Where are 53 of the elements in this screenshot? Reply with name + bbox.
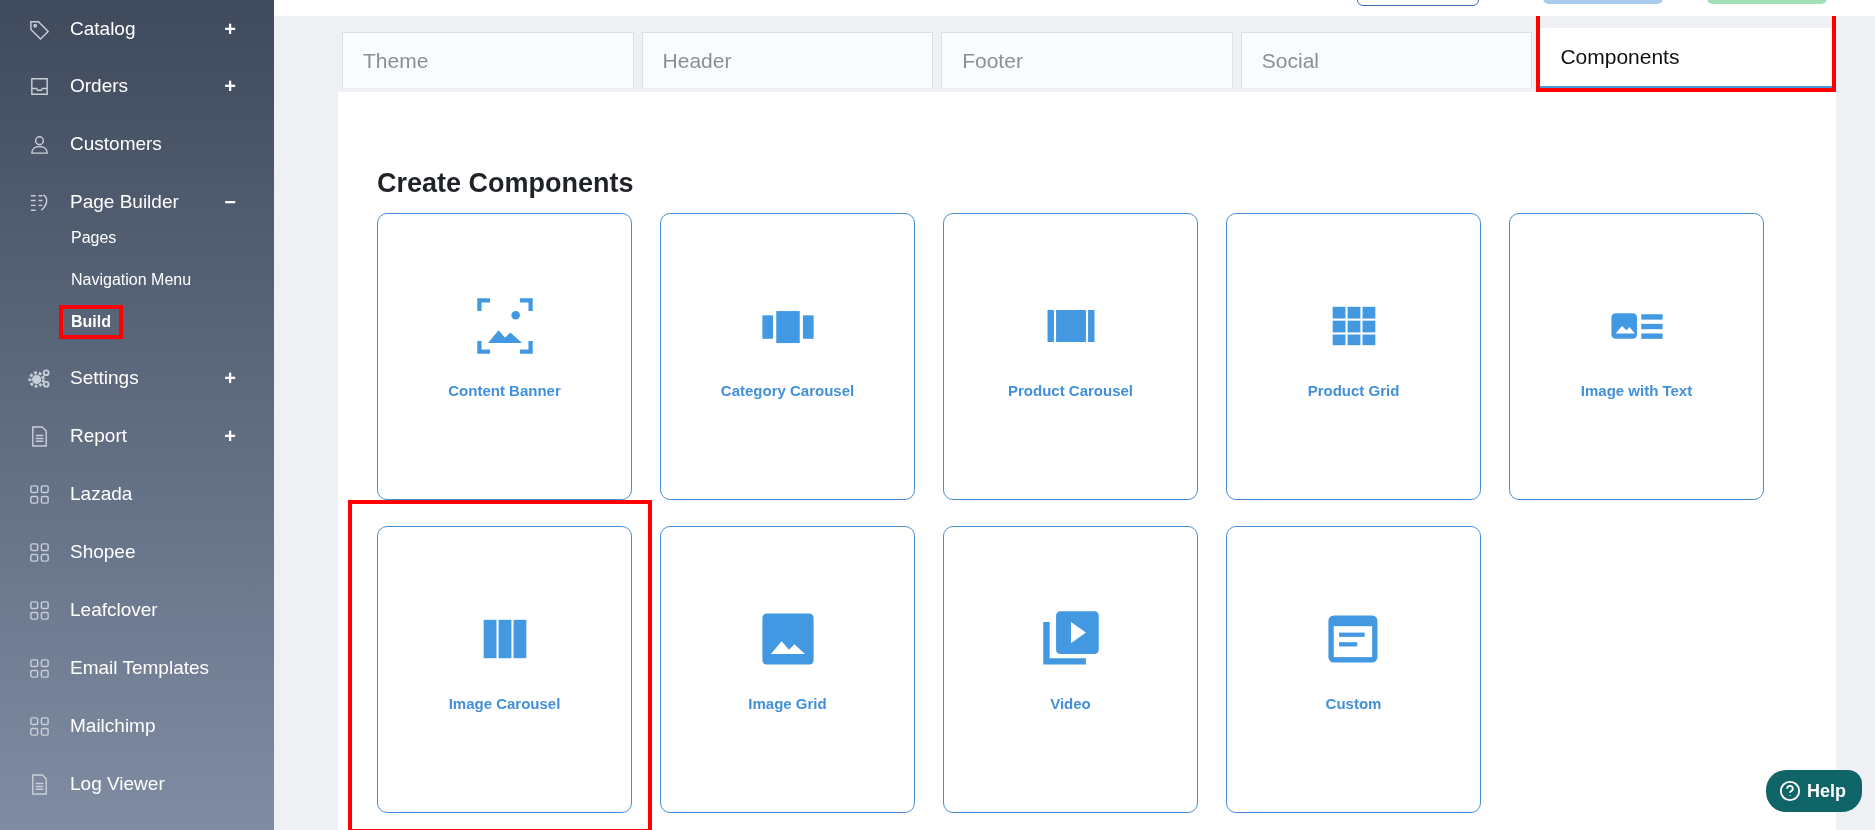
sidebar-item[interactable]: Report +: [0, 407, 274, 465]
section-title: Create Components: [377, 168, 635, 199]
component-card[interactable]: Content Banner: [377, 213, 632, 500]
component-card[interactable]: Custom: [1226, 526, 1481, 813]
sidebar-item[interactable]: Mailchimp: [0, 697, 274, 755]
component-card[interactable]: Image Carousel: [377, 526, 632, 813]
sidebar-item[interactable]: Leafclover: [0, 581, 274, 639]
tab[interactable]: Footer: [941, 32, 1233, 88]
help-button[interactable]: Help: [1766, 770, 1862, 812]
component-card[interactable]: Image Grid: [660, 526, 915, 813]
expand-toggle[interactable]: −: [224, 190, 236, 214]
component-card[interactable]: Product Carousel: [943, 213, 1198, 500]
component-card[interactable]: Video: [943, 526, 1198, 813]
question-icon: [1779, 780, 1801, 802]
expand-toggle[interactable]: +: [224, 366, 236, 390]
expand-toggle[interactable]: +: [224, 424, 236, 448]
sidebar-item[interactable]: Shopee: [0, 523, 274, 581]
sidebar-label: Report: [70, 425, 129, 447]
sidebar-item[interactable]: Customers: [0, 115, 274, 173]
tab[interactable]: Theme: [342, 32, 634, 88]
sidebar-item[interactable]: Lazada: [0, 465, 274, 523]
gears-icon: [28, 366, 51, 390]
grid-icon: [28, 656, 51, 680]
expand-toggle[interactable]: +: [224, 74, 236, 98]
sidebar-label: Shopee: [70, 541, 137, 563]
submenu-item[interactable]: Build: [0, 301, 274, 343]
sidebar-label: Customers: [70, 133, 163, 155]
sidebar-label: Orders: [70, 75, 130, 97]
sidebar-label: Page Builder: [70, 191, 180, 213]
sidebar-label: Lazada: [70, 483, 134, 505]
sidebar-label: Leafclover: [70, 599, 159, 621]
sidebar-item[interactable]: Catalog +: [0, 1, 274, 57]
tab[interactable]: Header: [641, 32, 934, 88]
sidebar-item[interactable]: Orders +: [0, 57, 274, 115]
component-card[interactable]: Category Carousel: [660, 213, 915, 500]
sidebar-item[interactable]: Settings +: [0, 349, 274, 407]
sidebar-item[interactable]: Email Templates: [0, 639, 274, 697]
tab[interactable]: Social: [1240, 32, 1533, 88]
component-card[interactable]: Image with Text: [1509, 213, 1764, 500]
grid-icon: [28, 598, 51, 622]
tab[interactable]: Components: [1540, 28, 1832, 88]
sidebar-label: Log Viewer: [70, 773, 166, 795]
sidebar-label: Email Templates: [70, 657, 211, 679]
submenu-item[interactable]: Navigation Menu: [0, 259, 274, 301]
grid-icon: [28, 540, 51, 564]
sidebar-label: Settings: [70, 367, 140, 389]
grid-icon: [28, 714, 51, 738]
sidebar-label: Catalog: [70, 18, 137, 40]
sidebar-item[interactable]: Log Viewer: [0, 755, 274, 813]
sidebar-label: Mailchimp: [70, 715, 157, 737]
component-card[interactable]: Product Grid: [1226, 213, 1481, 500]
expand-toggle[interactable]: +: [224, 17, 236, 41]
grid-icon: [28, 482, 51, 506]
